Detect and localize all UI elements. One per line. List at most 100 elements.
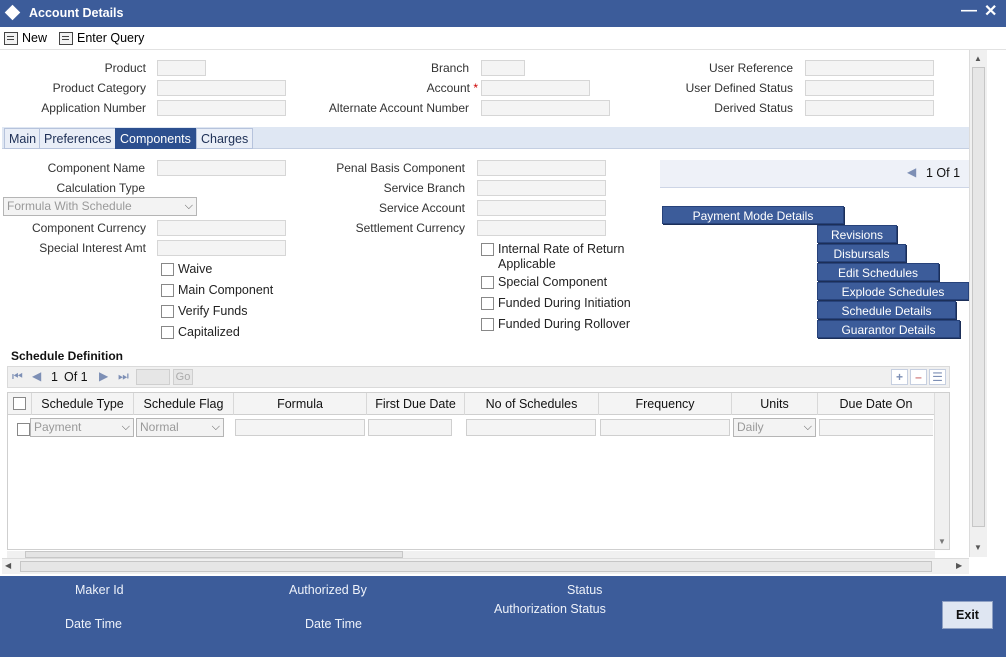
calculation-type-select[interactable]: Formula With Schedule ⌵ xyxy=(3,197,197,216)
checkbox-box[interactable] xyxy=(481,317,494,331)
funded-during-rollover-checkbox[interactable]: Funded During Rollover xyxy=(481,317,630,331)
payment-mode-details-button[interactable]: Payment Mode Details xyxy=(662,206,844,224)
main-vscroll-thumb[interactable] xyxy=(972,67,985,527)
revisions-button[interactable]: Revisions xyxy=(817,225,897,243)
col-first-due-date[interactable]: First Due Date xyxy=(367,393,465,415)
enter-query-button[interactable]: Enter Query xyxy=(59,29,144,47)
col-due-date-on[interactable]: Due Date On xyxy=(818,393,934,415)
checkbox-box[interactable] xyxy=(481,275,494,289)
tab-bar: Main Preferences Components Charges xyxy=(2,127,969,149)
tab-charges[interactable]: Charges xyxy=(196,128,254,149)
main-vertical-scrollbar[interactable]: ▲ ▼ xyxy=(969,50,987,557)
waive-checkbox[interactable]: Waive xyxy=(161,262,212,276)
main-horizontal-scrollbar[interactable]: ◀ ▶ xyxy=(2,558,969,574)
service-account-field[interactable] xyxy=(477,200,606,216)
enter-query-label: Enter Query xyxy=(77,31,145,45)
scroll-left-icon[interactable]: ◀ xyxy=(5,561,11,570)
checkbox-box[interactable] xyxy=(481,296,494,310)
formula-input[interactable] xyxy=(235,419,365,436)
single-view-icon[interactable]: ☰ xyxy=(929,369,946,385)
no-of-schedules-input[interactable] xyxy=(466,419,596,436)
col-frequency[interactable]: Frequency xyxy=(599,393,732,415)
grid-vertical-scrollbar[interactable]: ▼ xyxy=(934,393,949,549)
exit-button[interactable]: Exit xyxy=(942,601,993,629)
component-currency-field[interactable] xyxy=(157,220,286,236)
branch-field[interactable] xyxy=(481,60,525,76)
capitalized-checkbox[interactable]: Capitalized xyxy=(161,325,240,339)
new-button[interactable]: New xyxy=(4,29,47,47)
first-page-icon[interactable]: ⏮ xyxy=(12,369,23,384)
user-defined-status-field[interactable] xyxy=(805,80,934,96)
irr-label-line1: Internal Rate of Return xyxy=(498,242,625,256)
tab-preferences[interactable]: Preferences xyxy=(39,128,117,149)
checker-date-time-label: Date Time xyxy=(305,617,362,631)
scroll-right-icon[interactable]: ▶ xyxy=(956,561,962,570)
irr-applicable-checkbox[interactable]: Internal Rate of Return Applicable xyxy=(481,242,624,272)
schedule-flag-select[interactable]: Normal ⌵ xyxy=(136,418,224,437)
service-branch-field[interactable] xyxy=(477,180,606,196)
units-select[interactable]: Daily ⌵ xyxy=(733,418,816,437)
special-interest-amt-field[interactable] xyxy=(157,240,286,256)
page-number-input[interactable] xyxy=(136,369,170,385)
due-date-on-input[interactable] xyxy=(819,419,933,436)
go-button[interactable]: Go xyxy=(173,369,193,385)
col-units[interactable]: Units xyxy=(732,393,818,415)
close-icon[interactable]: ✕ xyxy=(984,1,997,21)
application-number-field[interactable] xyxy=(157,100,286,116)
funded-during-initiation-checkbox[interactable]: Funded During Initiation xyxy=(481,296,631,310)
checkbox-box[interactable] xyxy=(161,304,174,318)
next-page-icon[interactable]: ▶ xyxy=(99,369,108,383)
service-account-label: Service Account xyxy=(378,201,465,215)
guarantor-details-button[interactable]: Guarantor Details xyxy=(817,320,960,338)
alternate-account-number-field[interactable] xyxy=(481,100,610,116)
explode-schedules-button[interactable]: Explode Schedules xyxy=(817,282,969,300)
first-due-date-input[interactable] xyxy=(368,419,452,436)
col-no-of-schedules[interactable]: No of Schedules xyxy=(465,393,599,415)
account-field[interactable] xyxy=(481,80,590,96)
scroll-up-icon[interactable]: ▲ xyxy=(974,54,982,63)
penal-basis-component-field[interactable] xyxy=(477,160,606,176)
toolbar: New Enter Query xyxy=(0,27,1006,50)
scroll-down-icon[interactable]: ▼ xyxy=(938,537,946,546)
special-component-checkbox[interactable]: Special Component xyxy=(481,275,607,289)
new-icon xyxy=(4,31,18,45)
schedule-details-button[interactable]: Schedule Details xyxy=(817,301,956,319)
col-schedule-flag[interactable]: Schedule Flag xyxy=(134,393,234,415)
checkbox-box[interactable] xyxy=(161,325,174,339)
user-reference-field[interactable] xyxy=(805,60,934,76)
tab-components[interactable]: Components xyxy=(115,128,196,149)
add-row-icon[interactable]: + xyxy=(891,369,908,385)
derived-status-field[interactable] xyxy=(805,100,934,116)
verify-funds-checkbox[interactable]: Verify Funds xyxy=(161,304,247,318)
account-label: Account * xyxy=(380,81,478,95)
col-schedule-type[interactable]: Schedule Type xyxy=(32,393,134,415)
checkbox-box[interactable] xyxy=(161,262,174,276)
pager-prev-icon[interactable]: ◀ xyxy=(907,165,916,179)
schedule-grid-toolbar: ⏮ ◀ 1 Of 1 ▶ ⏭ Go + – ☰ xyxy=(7,366,950,388)
schedule-type-select[interactable]: Payment ⌵ xyxy=(30,418,134,437)
main-hscroll-thumb[interactable] xyxy=(20,561,932,572)
edit-schedules-button[interactable]: Edit Schedules xyxy=(817,263,939,281)
delete-row-icon[interactable]: – xyxy=(910,369,927,385)
select-all-checkbox[interactable] xyxy=(13,397,26,410)
row-select-checkbox[interactable] xyxy=(17,423,30,436)
prev-page-icon[interactable]: ◀ xyxy=(32,369,41,383)
required-mark: * xyxy=(473,81,478,95)
product-field[interactable] xyxy=(157,60,206,76)
tab-main[interactable]: Main xyxy=(4,128,42,149)
disbursals-button[interactable]: Disbursals xyxy=(817,244,906,262)
col-formula[interactable]: Formula xyxy=(234,393,367,415)
scroll-down-icon[interactable]: ▼ xyxy=(974,543,982,552)
minimize-icon[interactable]: — xyxy=(961,2,977,20)
product-category-field[interactable] xyxy=(157,80,286,96)
checkbox-box[interactable] xyxy=(481,243,494,256)
component-name-field[interactable] xyxy=(157,160,286,176)
last-page-icon[interactable]: ⏭ xyxy=(118,369,129,384)
chevron-down-icon: ⌵ xyxy=(121,421,130,433)
main-component-checkbox[interactable]: Main Component xyxy=(161,283,273,297)
grid-hscroll-thumb[interactable] xyxy=(25,551,403,558)
new-label: New xyxy=(22,31,48,45)
frequency-input[interactable] xyxy=(600,419,730,436)
checkbox-box[interactable] xyxy=(161,283,174,297)
settlement-currency-field[interactable] xyxy=(477,220,606,236)
